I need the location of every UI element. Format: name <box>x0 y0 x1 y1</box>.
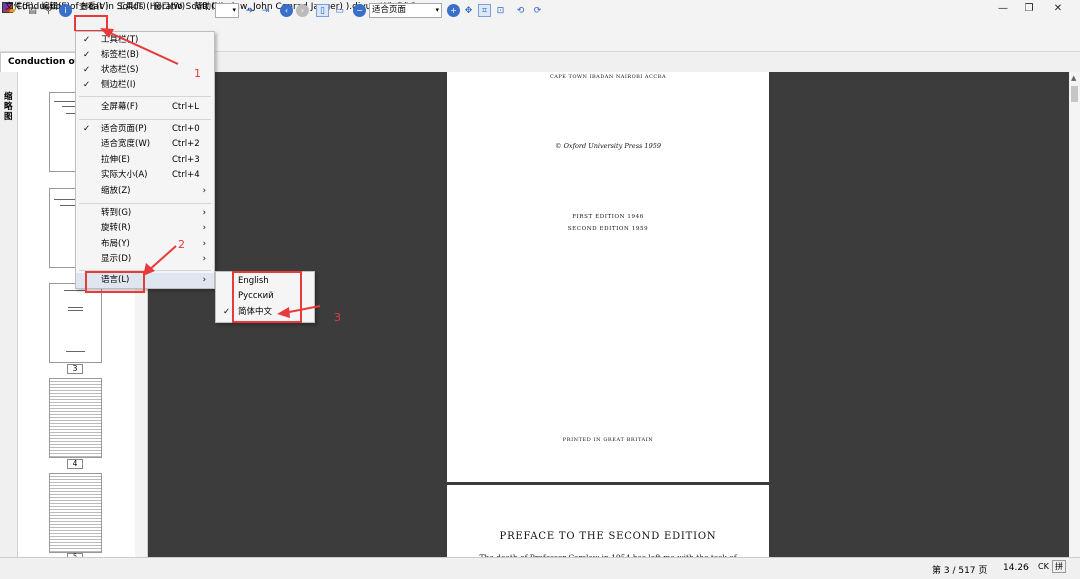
print-icon[interactable]: ▤ <box>26 4 39 17</box>
menu-item-sidebar[interactable]: ✓ 侧边栏(I) <box>76 78 214 93</box>
zoom-out-icon[interactable]: − <box>353 4 366 17</box>
facing-pages-icon[interactable]: ▭ <box>333 4 346 17</box>
menu-separator <box>79 96 211 97</box>
menu-separator <box>79 203 211 204</box>
thumbnails-tab[interactable]: 缩略图 <box>4 92 15 122</box>
menu-item-toolbar[interactable]: ✓ 工具栏(T) <box>76 33 214 48</box>
viewer-scrollbar-thumb[interactable] <box>1071 86 1078 102</box>
menu-item-rotate[interactable]: 旋转(R) › <box>76 221 214 236</box>
pan-icon[interactable]: ✥ <box>462 4 475 17</box>
zoom-indicator: 14.26 <box>1003 563 1029 573</box>
forward-icon[interactable]: › <box>296 4 309 17</box>
page-indicator: 第 3 / 517 页 <box>932 566 988 576</box>
thumbnail-page-4[interactable] <box>49 378 102 458</box>
first-edition-line: FIRST EDITION 1946 <box>572 214 644 220</box>
annotation-number-1: 1 <box>194 67 201 80</box>
page-select[interactable]: ▾ <box>215 3 239 18</box>
copyright-line: © Oxford University Press 1959 <box>555 142 661 150</box>
sidebar-strip <box>0 72 18 566</box>
ime-indicator[interactable]: 拼 <box>1052 560 1066 573</box>
printed-line: PRINTED IN GREAT BRITAIN <box>562 437 654 443</box>
menu-bar <box>0 16 1080 31</box>
open-folder-icon[interactable]: ▰ <box>6 4 19 17</box>
document-tab-label: Conduction of <box>8 57 79 67</box>
menu-item-display[interactable]: 显示(D) › <box>76 252 214 267</box>
menu-item-zoom[interactable]: 缩放(Z) › <box>76 184 214 199</box>
menu-item-layout[interactable]: 布局(Y) › <box>76 237 214 252</box>
thumbnail-page-3[interactable] <box>49 283 102 363</box>
annotation-number-2: 2 <box>178 238 185 251</box>
page-number-label: 3 <box>67 364 83 374</box>
highlight-box-view-menu <box>74 15 108 32</box>
find-icon[interactable]: ⚲ <box>42 4 55 17</box>
document-page: CAPE TOWN IBADAN NAIROBI ACCRA © Oxford … <box>447 72 769 482</box>
menu-window[interactable]: 窗口(W) <box>151 1 187 14</box>
minimize-icon[interactable]: — <box>990 0 1016 16</box>
menu-item-fit-page[interactable]: ✓ 适合页面(P) Ctrl+0 <box>76 122 214 137</box>
last-page-icon[interactable]: ⇥ <box>259 4 272 17</box>
page-number-label: 4 <box>67 459 83 469</box>
select-area-icon[interactable]: ⌗ <box>478 4 491 17</box>
highlight-box-language <box>85 271 145 293</box>
menu-item-tabbar[interactable]: ✓ 标签栏(B) <box>76 48 214 63</box>
zoom-select[interactable]: 适合页面 ▾ <box>369 3 442 18</box>
zoom-rect-icon[interactable]: ⊡ <box>494 4 507 17</box>
menu-tools[interactable]: 工具(T) <box>115 1 148 14</box>
menu-item-actual-size[interactable]: 实际大小(A) Ctrl+4 <box>76 168 214 183</box>
chevron-right-icon[interactable]: › <box>1026 563 1029 572</box>
back-icon[interactable]: ‹ <box>280 4 293 17</box>
scroll-up-icon[interactable]: ▲ <box>1071 74 1076 82</box>
highlight-box-language-options <box>232 271 302 323</box>
menu-item-fullscreen[interactable]: 全屏幕(F) Ctrl+L <box>76 100 214 115</box>
rotate-left-icon[interactable]: ⟲ <box>514 4 527 17</box>
annotation-number-3: 3 <box>334 311 341 324</box>
info-icon[interactable]: i <box>59 4 72 17</box>
close-icon[interactable]: ✕ <box>1045 0 1071 16</box>
restore-icon[interactable]: ❐ <box>1016 0 1042 16</box>
thumbnail-page-5[interactable] <box>49 473 102 553</box>
menu-separator <box>79 119 211 120</box>
zoom-in-icon[interactable]: + <box>447 4 460 17</box>
second-edition-line: SECOND EDITION 1959 <box>567 226 649 232</box>
menu-item-goto[interactable]: 转到(G) › <box>76 206 214 221</box>
publisher-cities: CAPE TOWN IBADAN NAIROBI ACCRA <box>549 74 667 80</box>
single-page-icon[interactable]: ▯ <box>316 4 329 17</box>
document-page: PREFACE TO THE SECOND EDITION The death … <box>447 485 769 566</box>
menu-item-fit-width[interactable]: 适合宽度(W) Ctrl+2 <box>76 137 214 152</box>
viewer-scrollbar[interactable] <box>1069 72 1080 566</box>
input-language-indicator[interactable]: CK <box>1038 562 1049 571</box>
menu-item-stretch[interactable]: 拉伸(E) Ctrl+3 <box>76 153 214 168</box>
next-page-icon[interactable]: ➔ <box>243 4 256 17</box>
preface-title: PREFACE TO THE SECOND EDITION <box>499 531 717 542</box>
menu-view[interactable]: 查看(V) <box>77 1 110 14</box>
rotate-right-icon[interactable]: ⟳ <box>531 4 544 17</box>
status-bar <box>0 557 1080 579</box>
